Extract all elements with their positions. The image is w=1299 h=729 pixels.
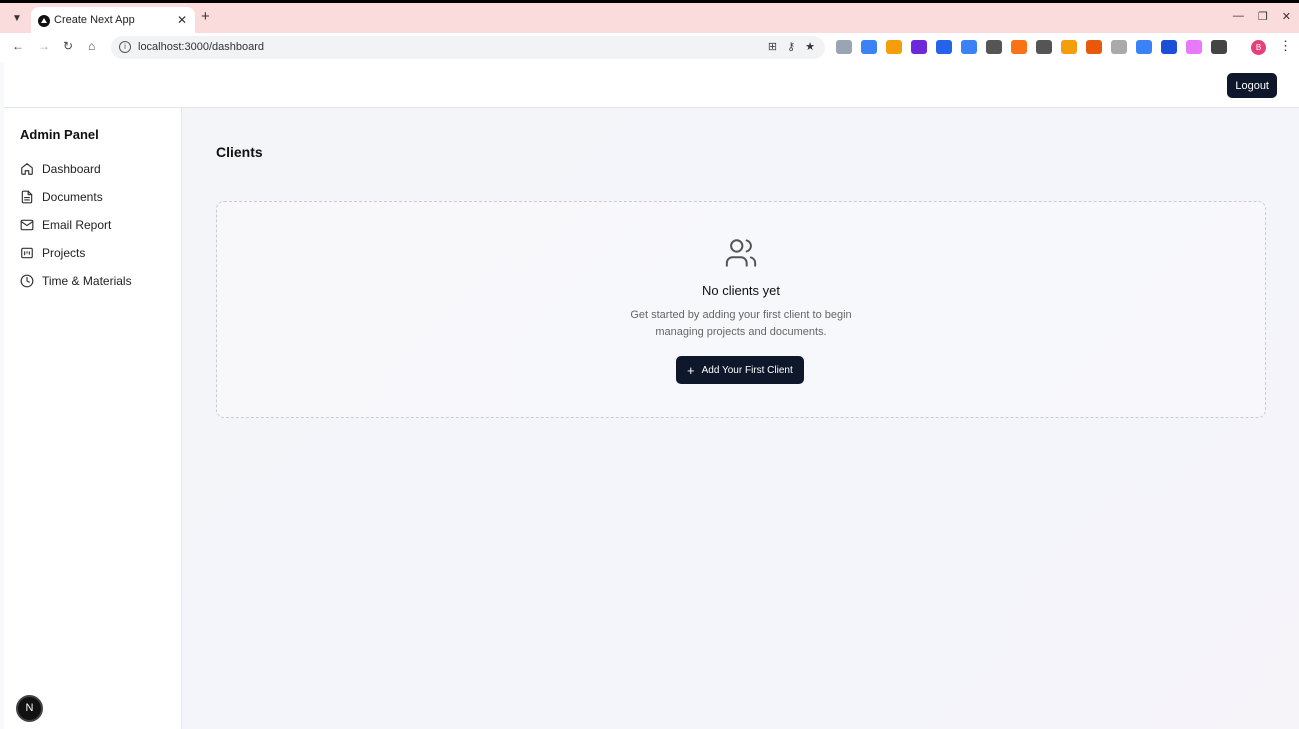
sidebar-item-projects[interactable]: Projects [20,243,85,263]
sidebar-item-email-report[interactable]: Email Report [20,215,111,235]
sidebar-item-label: Time & Materials [42,274,132,288]
empty-state-description: Get started by adding your first client … [630,309,852,338]
address-bar[interactable]: i localhost:3000/dashboard ⊞ ⚷ ★ [111,36,825,59]
browser-toolbar: ← → ↻ ⌂ i localhost:3000/dashboard ⊞ ⚷ ★… [0,33,1299,62]
url-text[interactable]: localhost:3000/dashboard [138,41,264,53]
nextjs-favicon-icon [38,15,50,27]
extension-icon[interactable] [1136,40,1152,54]
extension-icon[interactable] [836,40,852,54]
back-icon[interactable]: ← [12,39,24,53]
tab-close-icon[interactable]: ✕ [177,13,187,27]
sidebar-item-dashboard[interactable]: Dashboard [20,159,101,179]
minimize-icon[interactable]: — [1233,10,1244,23]
plus-icon: + [687,362,695,378]
add-first-client-button[interactable]: + Add Your First Client [676,356,804,384]
clock-icon [20,274,34,288]
document-icon [21,190,33,204]
empty-state-card: No clients yet Get started by adding you… [216,201,1266,418]
extension-icon[interactable] [961,40,977,54]
restore-icon[interactable]: ❐ [1258,10,1268,23]
sidebar-item-label: Dashboard [42,162,101,176]
sidebar-item-label: Documents [42,190,103,204]
site-info-icon[interactable]: i [119,41,131,53]
home-icon [21,163,33,175]
extension-icon[interactable] [1011,40,1027,54]
password-key-icon[interactable]: ⚷ [787,40,795,53]
extension-icon[interactable] [886,40,902,54]
extensions-row [836,40,1227,54]
forward-icon[interactable]: → [38,39,50,53]
page-title: Clients [216,144,263,160]
extension-icon[interactable] [986,40,1002,54]
add-first-client-label: Add Your First Client [701,364,793,376]
window-controls: — ❐ ✕ [1233,10,1291,23]
mail-icon [20,219,34,231]
extension-icon[interactable] [1111,40,1127,54]
tab-title: Create Next App [54,14,135,26]
sidebar-title: Admin Panel [20,127,99,142]
reload-icon[interactable]: ↻ [63,39,73,53]
translate-icon[interactable]: ⊞ [768,40,777,53]
bookmark-star-icon[interactable]: ★ [805,40,815,53]
extension-icon[interactable] [911,40,927,54]
home-icon[interactable]: ⌂ [88,39,95,53]
tab-search-dropdown-icon[interactable]: ▼ [8,10,26,28]
main-content: Clients No clients yet Get started by ad… [182,108,1299,729]
sidebar-item-label: Projects [42,246,86,260]
extension-icon[interactable] [861,40,877,54]
logout-button[interactable]: Logout [1227,73,1277,98]
extension-icon[interactable] [1086,40,1102,54]
sidebar-item-documents[interactable]: Documents [20,187,103,207]
sidebar-item-label: Email Report [42,218,112,232]
sidebar-item-time-materials[interactable]: Time & Materials [20,271,132,291]
browser-tab[interactable]: Create Next App ✕ [31,7,195,36]
extension-icon[interactable] [1161,40,1177,54]
browser-tab-bar: ▼ Create Next App ✕ + — ❐ ✕ [0,0,1299,36]
extension-icon[interactable] [1036,40,1052,54]
users-icon [725,239,757,267]
app-header: Logout [4,62,1299,108]
browser-menu-icon[interactable]: ⋮ [1279,38,1292,54]
extension-icon[interactable] [1211,40,1227,54]
extension-icon[interactable] [1061,40,1077,54]
extension-icon[interactable] [1186,40,1202,54]
empty-state-heading: No clients yet [701,283,781,298]
sidebar: Admin Panel Dashboard Documents Email Re… [4,108,182,729]
folder-kanban-icon [21,247,33,259]
close-window-icon[interactable]: ✕ [1282,10,1291,23]
new-tab-button[interactable]: + [201,8,210,25]
profile-avatar[interactable]: B [1251,40,1266,55]
extension-icon[interactable] [936,40,952,54]
nextjs-dev-indicator[interactable]: N [16,695,43,722]
